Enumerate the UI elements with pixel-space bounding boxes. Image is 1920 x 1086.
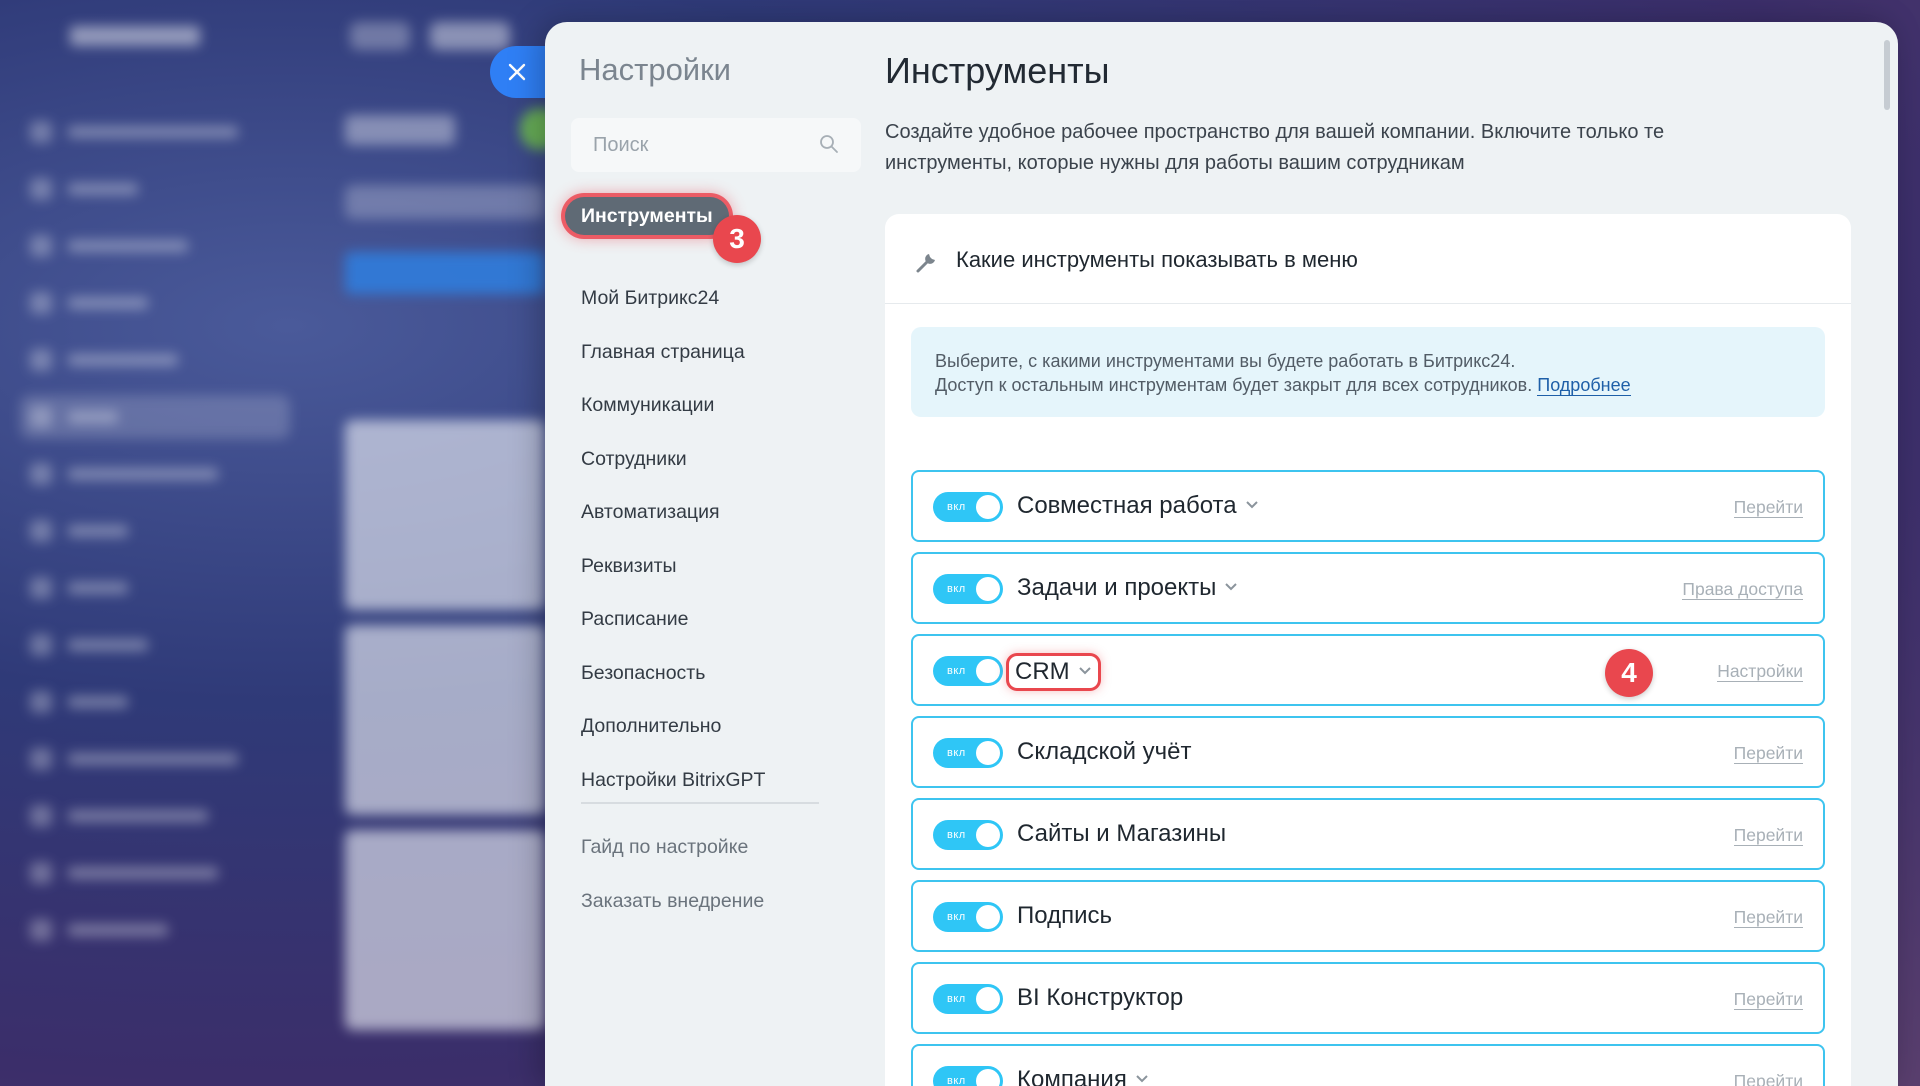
background-stage bbox=[345, 252, 545, 294]
tool-row-company: вкл Компания Перейти bbox=[911, 1044, 1825, 1086]
nav-item-home-page[interactable]: Главная страница bbox=[581, 341, 745, 364]
search-box[interactable] bbox=[571, 118, 861, 172]
chevron-down-icon[interactable] bbox=[1135, 1074, 1149, 1084]
tool-row-sites: вкл Сайты и Магазины Перейти bbox=[911, 798, 1825, 870]
info-text: Доступ к остальным инструментам будет за… bbox=[935, 375, 1533, 395]
page-title: Инструменты bbox=[885, 50, 1110, 91]
tool-toggle[interactable]: вкл bbox=[933, 1066, 1003, 1086]
page-description: Создайте удобное рабочее пространство дл… bbox=[885, 121, 1665, 174]
close-icon bbox=[508, 63, 526, 81]
tool-row-tasks: вкл Задачи и проекты Права доступа bbox=[911, 552, 1825, 624]
tool-link-go[interactable]: Перейти bbox=[1733, 989, 1803, 1010]
chevron-down-icon[interactable] bbox=[1224, 582, 1238, 592]
step-badge-3: 3 bbox=[713, 215, 761, 263]
tool-name[interactable]: Совместная работа bbox=[1017, 492, 1259, 520]
tool-row-inventory: вкл Складской учёт Перейти bbox=[911, 716, 1825, 788]
nav-item-my-bitrix24[interactable]: Мой Битрикс24 bbox=[581, 287, 719, 310]
tool-row-collaboration: вкл Совместная работа Перейти bbox=[911, 470, 1825, 542]
background-title bbox=[345, 115, 455, 145]
tool-link-go[interactable]: Перейти bbox=[1733, 907, 1803, 928]
tool-row-crm: вкл CRM Настройки bbox=[911, 634, 1825, 706]
tool-toggle[interactable]: вкл bbox=[933, 492, 1003, 522]
tool-toggle[interactable]: вкл bbox=[933, 656, 1003, 686]
card-title: Какие инструменты показывать в меню bbox=[956, 247, 1358, 272]
scrollbar[interactable] bbox=[1884, 40, 1890, 110]
tool-toggle[interactable]: вкл bbox=[933, 574, 1003, 604]
nav-item-automation[interactable]: Автоматизация bbox=[581, 501, 720, 524]
tool-name[interactable]: Складской учёт bbox=[1017, 738, 1192, 766]
tool-toggle[interactable]: вкл bbox=[933, 984, 1003, 1014]
background-logo bbox=[70, 26, 200, 46]
background-card bbox=[345, 830, 545, 1030]
nav-item-communications[interactable]: Коммуникации bbox=[581, 394, 714, 417]
nav-item-employees[interactable]: Сотрудники bbox=[581, 448, 687, 471]
settings-panel: Настройки Инструменты Мой Битрикс24 Глав… bbox=[545, 22, 1898, 1086]
tool-link-settings[interactable]: Настройки bbox=[1717, 661, 1803, 682]
search-icon[interactable] bbox=[819, 134, 839, 154]
tool-toggle[interactable]: вкл bbox=[933, 820, 1003, 850]
info-text-line-1: Выберите, с какими инструментами вы буде… bbox=[935, 351, 1516, 371]
nav-item-security[interactable]: Безопасность bbox=[581, 662, 705, 685]
learn-more-link[interactable]: Подробнее bbox=[1537, 375, 1631, 396]
tool-row-bi-builder: вкл BI Конструктор Перейти bbox=[911, 962, 1825, 1034]
chevron-down-icon[interactable] bbox=[1245, 500, 1259, 510]
background-card bbox=[345, 625, 545, 815]
background-card bbox=[345, 420, 545, 610]
tool-link-go[interactable]: Перейти bbox=[1733, 497, 1803, 518]
tool-name[interactable]: Сайты и Магазины bbox=[1017, 820, 1226, 848]
chevron-down-icon[interactable] bbox=[1078, 666, 1092, 676]
info-text-line-2: Доступ к остальным инструментам будет за… bbox=[935, 373, 1801, 397]
card-header: Какие инструменты показывать в меню bbox=[885, 214, 1851, 304]
settings-title: Настройки bbox=[579, 52, 732, 87]
background-sidebar bbox=[20, 110, 290, 965]
tool-link-go[interactable]: Перейти bbox=[1733, 743, 1803, 764]
nav-item-tools[interactable]: Инструменты bbox=[565, 197, 729, 235]
tool-link-go[interactable]: Перейти bbox=[1734, 1071, 1803, 1086]
background-filter bbox=[345, 185, 545, 219]
tool-name[interactable]: Компания bbox=[1017, 1066, 1149, 1086]
step-badge-4: 4 bbox=[1605, 649, 1653, 697]
background-chip bbox=[430, 22, 510, 50]
nav-item-additional[interactable]: Дополнительно bbox=[581, 715, 721, 738]
nav-link-setup-guide[interactable]: Гайд по настройке bbox=[581, 836, 748, 859]
tool-row-signature: вкл Подпись Перейти bbox=[911, 880, 1825, 952]
nav-item-requisites[interactable]: Реквизиты bbox=[581, 555, 677, 578]
tool-link-go[interactable]: Перейти bbox=[1733, 825, 1803, 846]
tools-card: Какие инструменты показывать в меню Выбе… bbox=[885, 214, 1851, 1086]
tool-toggle[interactable]: вкл bbox=[933, 738, 1003, 768]
wrench-icon bbox=[916, 254, 935, 273]
tool-name[interactable]: BI Конструктор bbox=[1017, 984, 1183, 1012]
tool-toggle[interactable]: вкл bbox=[933, 902, 1003, 932]
tool-name[interactable]: CRM bbox=[1015, 656, 1098, 688]
info-box: Выберите, с какими инструментами вы буде… bbox=[911, 327, 1825, 417]
nav-item-schedule[interactable]: Расписание bbox=[581, 608, 689, 631]
crm-highlight[interactable]: CRM bbox=[1009, 656, 1098, 688]
tool-name[interactable]: Задачи и проекты bbox=[1017, 574, 1238, 602]
background-chip bbox=[350, 22, 410, 50]
nav-divider bbox=[581, 802, 819, 804]
tool-link-access-rights[interactable]: Права доступа bbox=[1682, 579, 1803, 600]
search-input[interactable] bbox=[571, 118, 811, 172]
nav-item-bitrixgpt[interactable]: Настройки BitrixGPT bbox=[581, 769, 765, 792]
tool-name[interactable]: Подпись bbox=[1017, 902, 1112, 930]
nav-link-order-implementation[interactable]: Заказать внедрение bbox=[581, 890, 764, 913]
